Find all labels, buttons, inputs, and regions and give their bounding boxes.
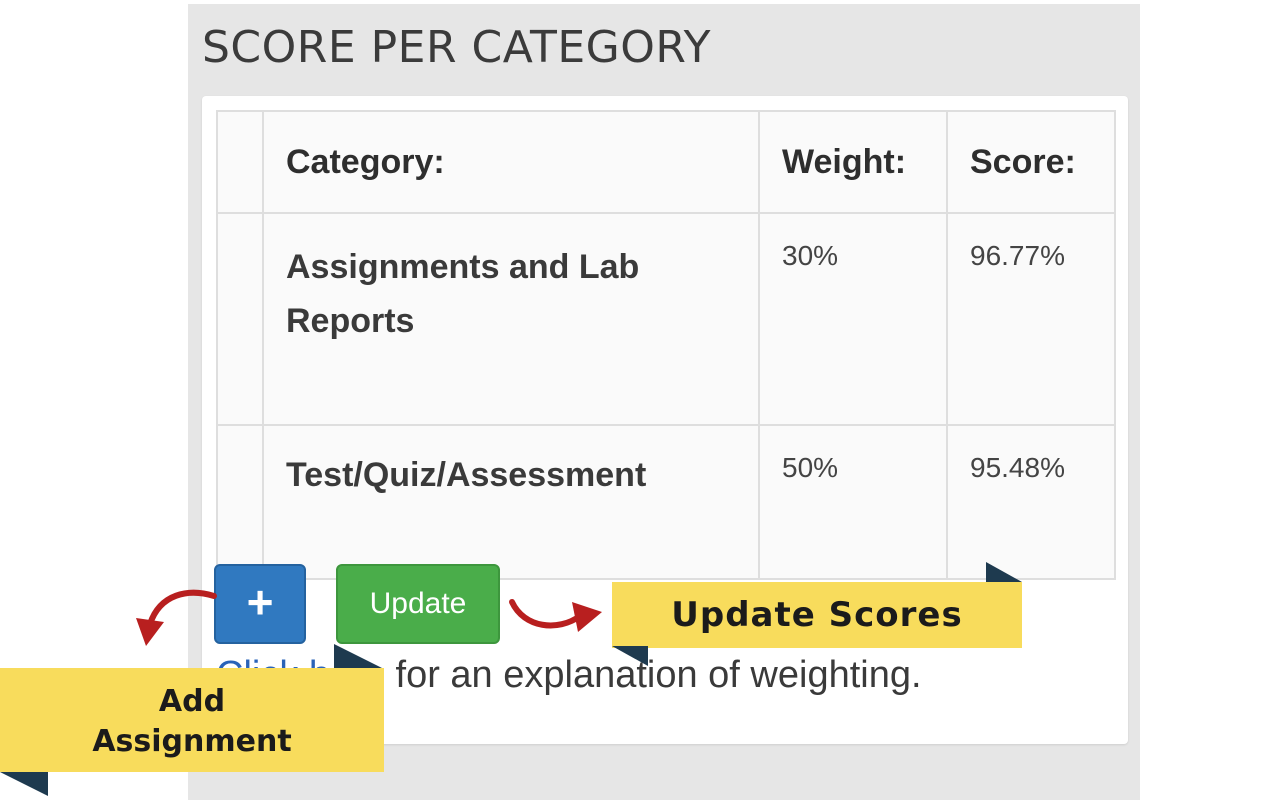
header-weight-label: Weight: [782,143,907,181]
update-button[interactable]: Update [336,564,500,644]
header-weight: Weight: [758,110,948,214]
table-header-row: Category: Weight: Score: [216,110,1116,214]
header-category-label: Category: [286,143,445,181]
row-blank-cell [216,424,264,580]
callout-fold-icon [334,644,382,668]
callout-fold-icon [986,562,1022,582]
table-row: Assignments and Lab Reports 30% 96.77% [216,212,1116,426]
row-category-cell: Assignments and Lab Reports [262,212,760,426]
row-blank-cell [216,212,264,426]
screenshot-stage: SCORE PER CATEGORY Category: Weight: Sco… [0,0,1280,800]
header-category: Category: [262,110,760,214]
curved-arrow-left-icon [136,589,217,646]
add-assignment-button[interactable]: + [214,564,306,644]
row-weight-cell: 50% [758,424,948,580]
panel-title: SCORE PER CATEGORY [202,22,711,73]
add-assignment-callout-line1: Add [158,684,226,719]
row-weight-cell: 30% [758,212,948,426]
row-score-cell: 95.48% [946,424,1116,580]
table-row: Test/Quiz/Assessment 50% 95.48% [216,424,1116,580]
add-assignment-callout: Add Assignment [0,668,384,772]
callout-fold-icon [612,646,648,666]
score-table: Category: Weight: Score: Assignments and… [216,110,1116,580]
header-score-label: Score: [970,143,1076,181]
header-score: Score: [946,110,1116,214]
weighting-explanation-text: for an explanation of weighting. [384,654,922,696]
header-blank-cell [216,110,264,214]
callout-fold-icon [0,772,48,796]
curved-arrow-right-icon [509,599,602,632]
update-scores-callout: Update Scores [612,582,1022,648]
row-category-cell: Test/Quiz/Assessment [262,424,760,580]
row-score-cell: 96.77% [946,212,1116,426]
add-assignment-callout-line2: Assignment [92,724,292,759]
